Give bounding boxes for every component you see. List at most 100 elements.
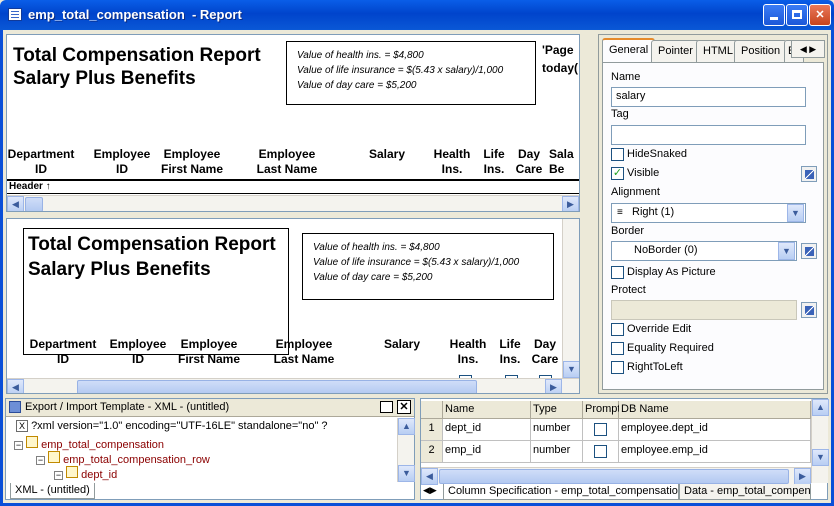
tab-pointer[interactable]: Pointer [651,40,700,62]
protect-field[interactable] [611,300,797,320]
cell-prompt[interactable] [583,441,619,463]
equality-required-label: Equality Required [627,342,714,354]
scroll-down-button[interactable]: ▼ [563,361,579,378]
cell-type[interactable]: number [531,419,583,441]
report-preview-pane[interactable]: Total Compensation Report Salary Plus Be… [6,218,580,394]
tab-column-specification[interactable]: Column Specification - emp_total_compens… [443,484,679,500]
collapse-icon[interactable]: − [14,441,23,450]
tab-position[interactable]: Position [734,40,788,62]
equality-required-checkbox[interactable]: Equality Required [611,342,761,356]
xml-vscrollbar[interactable]: ▲ ▼ [397,418,415,482]
protect-expression-button[interactable] [801,302,817,318]
header-db-name[interactable]: DB Name [619,401,811,419]
xml-template-pane[interactable]: Export / Import Template - XML - (untitl… [5,398,415,500]
chevron-right-icon[interactable]: ▶ [430,485,437,495]
scroll-left-button[interactable]: ◀ [421,468,438,485]
xml-node-dept-id[interactable]: − dept_id [54,466,117,481]
header-name[interactable]: Name [443,401,531,419]
col-header-text: Sala Be [549,147,574,176]
cell-prompt[interactable] [583,419,619,441]
right-to-left-checkbox[interactable]: RightToLeft [611,361,761,375]
border-expression-button[interactable] [801,243,817,259]
right-to-left-box[interactable] [611,361,624,374]
tab-data[interactable]: Data - emp_total_compens [679,484,811,500]
scroll-up-button[interactable]: ▲ [398,418,415,435]
cell-type[interactable]: number [531,441,583,463]
minimize-button[interactable] [763,4,785,26]
preview-hscrollbar[interactable]: ◀ ▶ [7,378,579,393]
display-as-picture-checkbox[interactable]: Display As Picture [611,266,761,280]
colspec-hscrollbar[interactable]: ◀ ▶ [421,467,811,485]
report-design-pane[interactable]: Total Compensation Report Salary Plus Be… [6,34,580,212]
chevron-left-icon[interactable]: ◀ [800,44,807,54]
xml-node-row[interactable]: − emp_total_compensation_row [36,451,210,466]
scroll-up-button[interactable]: ▲ [812,399,829,416]
xml-element-icon [66,466,79,478]
prompt-checkbox[interactable] [594,445,607,458]
close-button[interactable]: ✕ [809,4,831,26]
cell-db-name[interactable]: employee.dept_id [619,419,811,441]
xml-declaration-icon: X [16,420,28,432]
maximize-button[interactable] [786,4,808,26]
scroll-left-button[interactable]: ◀ [7,196,24,211]
close-pane-button[interactable]: ✕ [397,400,411,414]
name-field[interactable]: salary [611,87,806,107]
border-label: Border [611,225,645,237]
tag-field[interactable] [611,125,806,145]
header-prompt[interactable]: Prompt [583,401,620,419]
info-line: Value of health ins. = $4,800 [297,50,424,61]
cell-db-name[interactable]: employee.emp_id [619,441,811,463]
prompt-checkbox[interactable] [594,423,607,436]
scroll-left-button[interactable]: ◀ [7,379,24,393]
design-hscrollbar[interactable]: ◀ ▶ [7,195,579,211]
chevron-right-icon[interactable]: ▶ [809,44,816,54]
tab-scroll-arrows[interactable]: ◀▶ [423,485,443,496]
xml-node-root[interactable]: − emp_total_compensation [14,436,164,451]
column-specification-pane[interactable]: Name Type Prompt DB Name 1 dept_id numbe… [420,398,829,500]
info-line: Value of life insurance = $(5.43 x salar… [297,65,504,76]
chevron-down-icon[interactable]: ▼ [787,204,804,222]
col-header-text: Employee First Name [177,337,241,366]
tab-general[interactable]: General [602,38,656,63]
header-band-label[interactable]: Header ↑ [9,181,51,192]
col-header-salary-benefits: Sala Be [549,147,579,177]
display-as-picture-box[interactable] [611,266,624,279]
equality-required-box[interactable] [611,342,624,355]
preview-vscrollbar[interactable]: ▼ [562,219,579,378]
override-edit-box[interactable] [611,323,624,336]
colspec-vscrollbar[interactable]: ▲ ▼ [811,399,829,483]
scroll-down-button[interactable]: ▼ [398,465,415,482]
xml-node-label: dept_id [81,469,118,481]
maximize-pane-button[interactable] [380,401,393,413]
report-window-icon [8,8,22,21]
maximize-icon [792,10,802,19]
hidesnaked-box[interactable] [611,148,624,161]
override-edit-checkbox[interactable]: Override Edit [611,323,761,337]
col-header-text: Life Ins. [483,147,505,176]
scroll-right-button[interactable]: ▶ [562,196,579,211]
tab-scroll-buttons[interactable]: ◀ ▶ [791,40,825,58]
scroll-thumb[interactable] [25,197,43,211]
alignment-select[interactable]: ≡ Right (1) ▼ [611,203,806,223]
border-select[interactable]: NoBorder (0) ▼ [611,241,797,261]
visible-expression-button[interactable] [801,166,817,182]
collapse-icon[interactable]: − [54,471,63,480]
visible-box[interactable]: ✓ [611,167,624,180]
chevron-left-icon[interactable]: ◀ [423,485,430,495]
cell-name[interactable]: emp_id [443,441,531,463]
scroll-thumb[interactable] [77,380,477,393]
col-header-text: Life Ins. [499,337,521,366]
chevron-down-icon[interactable]: ▼ [778,242,795,260]
col-header-health: Health Ins. [427,147,477,177]
scroll-thumb[interactable] [439,469,789,484]
tab-xml-untitled[interactable]: XML - (untitled) [10,483,95,499]
collapse-icon[interactable]: − [36,456,45,465]
scroll-down-button[interactable]: ▼ [812,449,829,466]
xml-node-declaration[interactable]: X ?xml version="1.0" encoding="UTF-16LE"… [16,420,328,432]
cell-name[interactable]: dept_id [443,419,531,441]
visible-checkbox[interactable]: ✓ Visible [611,167,761,181]
hidesnaked-checkbox[interactable]: HideSnaked [611,148,761,162]
scroll-right-button[interactable]: ▶ [545,379,562,393]
scroll-right-button[interactable]: ▶ [794,468,811,485]
header-type[interactable]: Type [531,401,583,419]
